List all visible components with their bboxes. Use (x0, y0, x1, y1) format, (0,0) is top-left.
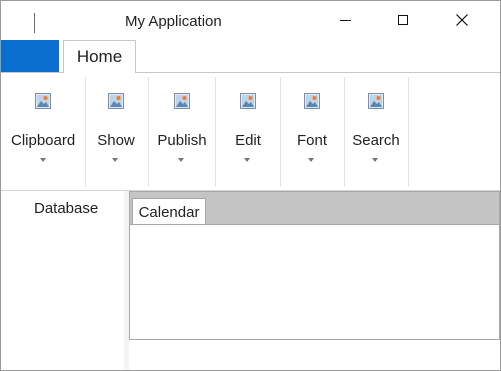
ribbon-group-clipboard[interactable]: Clipboard (1, 73, 85, 189)
close-button[interactable] (439, 1, 485, 39)
image-placeholder-icon (174, 93, 190, 109)
ribbon-group-font[interactable]: Font (281, 73, 344, 189)
ribbon-group-publish[interactable]: Publish (149, 73, 215, 189)
tab-home-label: Home (76, 47, 123, 66)
ribbon-group-label: Publish (157, 132, 207, 149)
ribbon-group-label: Font (296, 132, 327, 149)
application-window: My Application Home Clipboard Show Publi… (0, 0, 501, 371)
image-placeholder-icon (35, 93, 51, 109)
chevron-down-icon (308, 158, 314, 162)
image-placeholder-icon (108, 93, 124, 109)
chevron-down-icon (40, 158, 46, 162)
ribbon-group-edit[interactable]: Edit (216, 73, 280, 189)
window-title: My Application (125, 13, 222, 30)
tab-calendar[interactable]: Calendar (132, 198, 206, 225)
ribbon-group-label: Show (97, 132, 135, 149)
ribbon-group-label: Clipboard (11, 132, 76, 149)
chevron-down-icon (372, 158, 378, 162)
minimize-icon (339, 19, 351, 21)
ribbon-group-label: Edit (235, 132, 261, 149)
group-separator (408, 77, 409, 187)
chevron-down-icon (178, 158, 184, 162)
database-panel-title: Database (34, 200, 99, 217)
tab-home[interactable]: Home (63, 40, 136, 73)
document-area: Calendar (129, 191, 500, 340)
ribbon-group-search[interactable]: Search (345, 73, 408, 189)
title-bar[interactable]: My Application (1, 1, 500, 39)
document-content[interactable] (130, 224, 499, 339)
chevron-down-icon (244, 158, 250, 162)
image-placeholder-icon (240, 93, 256, 109)
ribbon-group-label: Search (352, 132, 400, 149)
database-panel[interactable]: Database (1, 191, 129, 370)
ribbon-panel: Clipboard Show Publish Edit Font Search (1, 73, 500, 191)
quick-access-separator (34, 13, 35, 33)
file-tab[interactable] (1, 40, 59, 72)
maximize-icon (398, 15, 408, 25)
document-tabstrip: Calendar (130, 192, 499, 225)
image-placeholder-icon (304, 93, 320, 109)
chevron-down-icon (112, 158, 118, 162)
maximize-button[interactable] (380, 1, 426, 39)
tab-calendar-label: Calendar (138, 203, 200, 221)
image-placeholder-icon (368, 93, 384, 109)
close-icon (456, 14, 468, 26)
minimize-button[interactable] (322, 1, 368, 39)
ribbon-group-show[interactable]: Show (86, 73, 148, 189)
